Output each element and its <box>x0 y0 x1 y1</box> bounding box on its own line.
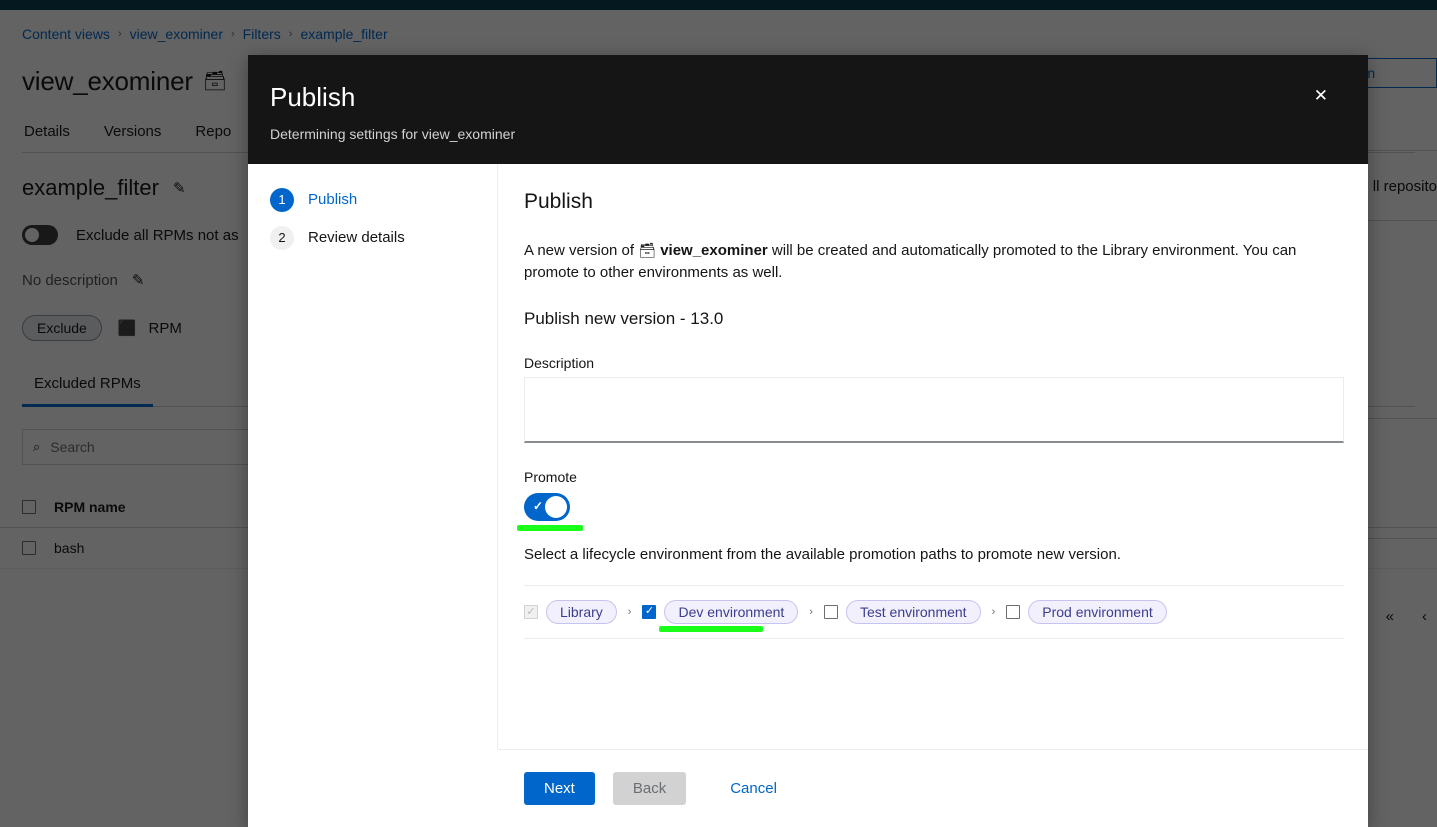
publish-version-heading: Publish new version - 13.0 <box>524 308 724 328</box>
publish-wizard-modal: Publish Determining settings for view_ex… <box>248 55 1368 827</box>
intro-paragraph: A new version of 🗃 view_exominer will be… <box>524 240 1342 285</box>
close-icon[interactable]: ✕ <box>1308 83 1334 108</box>
wizard-step-label: Publish <box>308 191 358 209</box>
next-button[interactable]: Next <box>524 772 595 805</box>
intro-prefix: A new version of <box>524 241 635 259</box>
wizard-step-number: 2 <box>270 225 294 250</box>
wizard-step-nav: 1 Publish 2 Review details <box>248 163 498 749</box>
description-input[interactable] <box>524 376 1344 443</box>
highlight-annotation-promote <box>517 524 583 531</box>
check-icon: ✓ <box>533 498 544 513</box>
modal-footer: Next Back Cancel <box>498 749 1368 827</box>
environment-pill-dev[interactable]: Dev environment <box>664 599 799 624</box>
toggle-knob <box>545 495 567 518</box>
modal-subtitle: Determining settings for view_exominer <box>270 125 516 142</box>
section-title: Publish <box>524 189 593 213</box>
environment-pill-test[interactable]: Test environment <box>845 599 981 624</box>
wizard-step-label: Review details <box>308 229 405 247</box>
promote-label: Promote <box>524 468 577 485</box>
screen: Content views › view_exominer › Filters … <box>0 0 1437 827</box>
environment-checkbox-dev[interactable]: ✓ <box>642 604 657 619</box>
environment-pill-prod[interactable]: Prod environment <box>1028 599 1167 624</box>
modal-title: Publish <box>270 82 356 112</box>
intro-content-view-name: view_exominer <box>660 241 768 259</box>
select-environment-help: Select a lifecycle environment from the … <box>524 545 1121 563</box>
wizard-step-review-details[interactable]: 2 Review details <box>270 225 497 250</box>
back-button: Back <box>612 772 687 805</box>
divider <box>524 637 1344 639</box>
description-label: Description <box>524 354 595 371</box>
environment-checkbox-test[interactable] <box>823 604 838 619</box>
wizard-content: Publish A new version of 🗃 view_exominer… <box>498 164 1368 749</box>
cancel-button[interactable]: Cancel <box>724 779 783 798</box>
environment-checkbox-prod[interactable] <box>1006 604 1021 619</box>
chevron-right-icon: › <box>809 605 813 618</box>
wizard-step-publish[interactable]: 1 Publish <box>270 187 497 212</box>
wizard-step-number: 1 <box>270 187 294 212</box>
promote-switch-wrap: ✓ <box>517 492 583 531</box>
modal-body: 1 Publish 2 Review details Publish A new… <box>248 163 1368 749</box>
chevron-right-icon: › <box>627 605 632 618</box>
promotion-path-block: ✓ Library › ✓ Dev environment › Test env… <box>524 584 1344 639</box>
environment-checkbox-library: ✓ <box>524 604 538 619</box>
content-view-icon: 🗃 <box>638 241 657 258</box>
modal-header: Publish Determining settings for view_ex… <box>248 55 1368 164</box>
promote-toggle[interactable]: ✓ <box>524 492 570 521</box>
promotion-path-row: ✓ Library › ✓ Dev environment › Test env… <box>524 586 1344 638</box>
chevron-right-icon: › <box>991 605 996 618</box>
environment-pill-library[interactable]: Library <box>546 599 617 624</box>
highlight-annotation-dev-environment <box>659 625 763 632</box>
